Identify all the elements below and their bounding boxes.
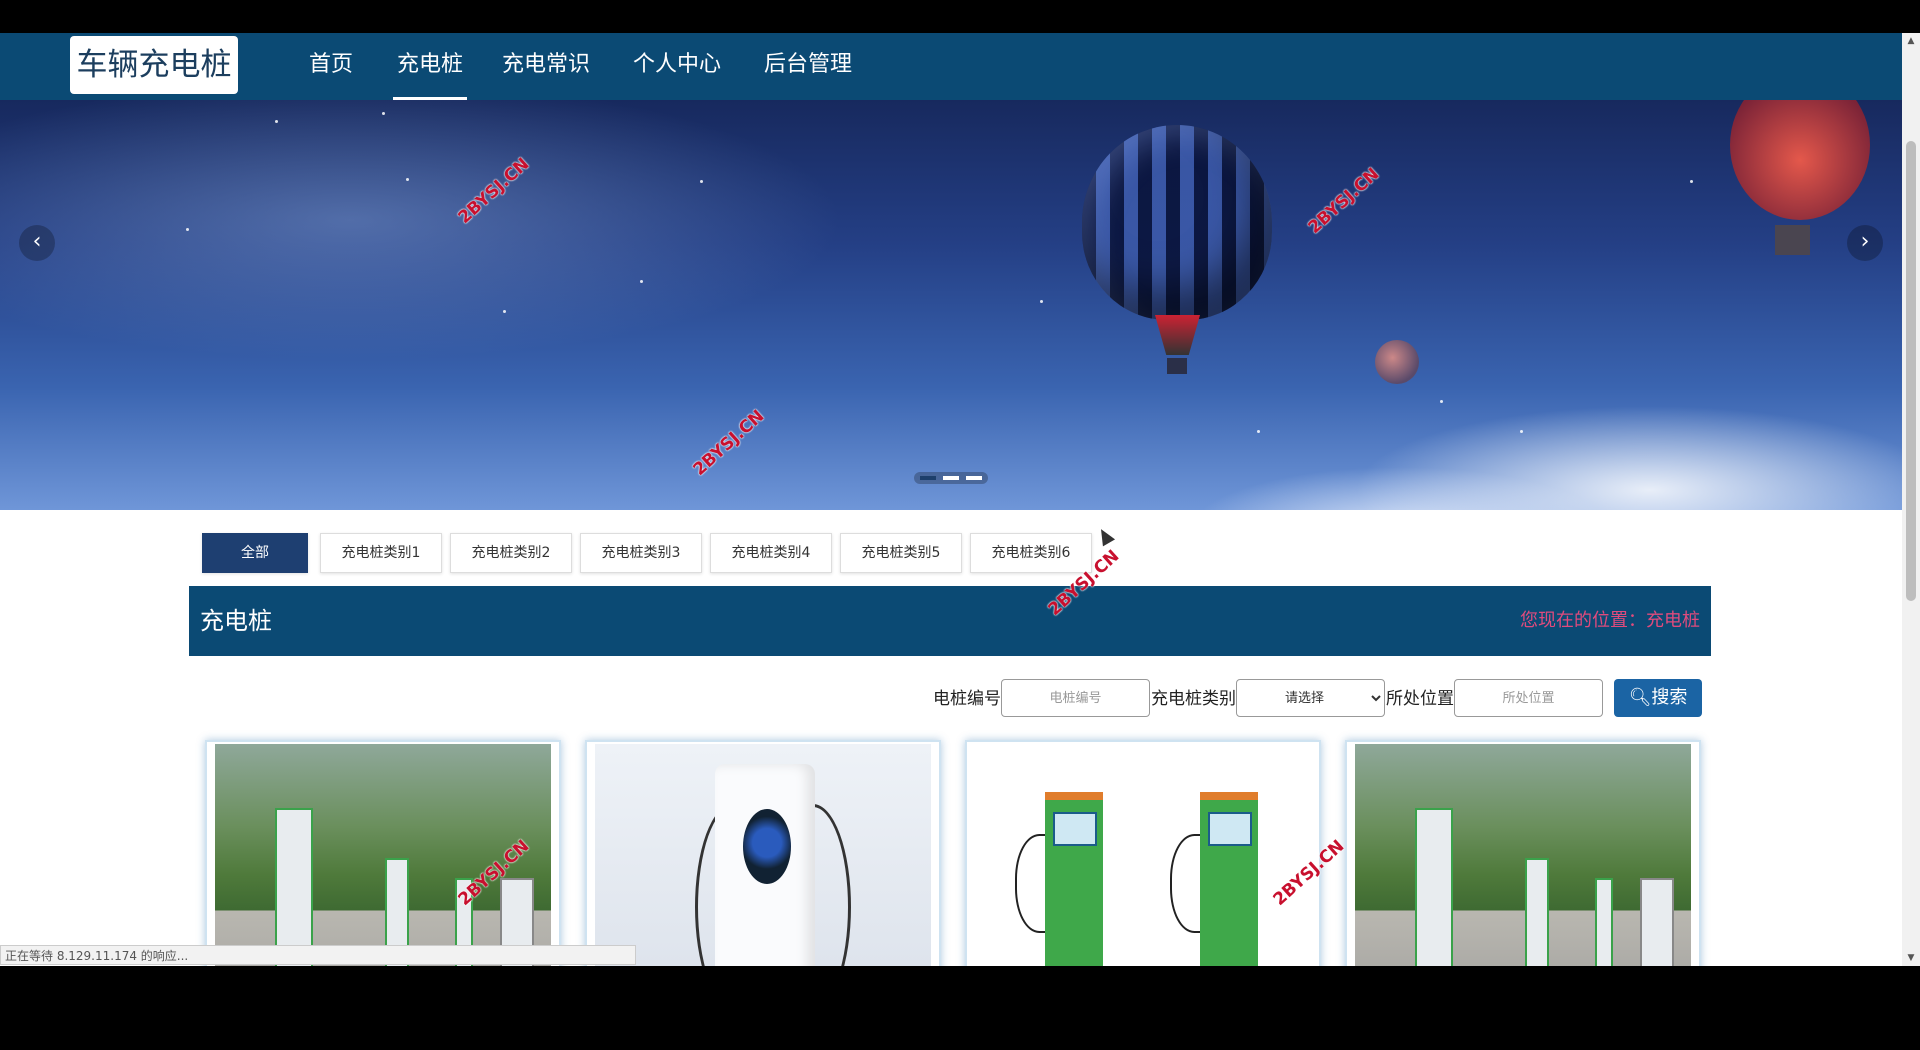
- page-scrollbar[interactable]: ▲ ▼: [1902, 33, 1920, 966]
- carousel-dot-1[interactable]: [920, 476, 936, 480]
- nav-item-home[interactable]: 首页: [309, 33, 353, 100]
- breadcrumb-current[interactable]: 充电桩: [1646, 610, 1700, 631]
- breadcrumb-prefix: 您现在的位置：: [1520, 610, 1646, 631]
- charging-pile-card[interactable]: [585, 740, 941, 966]
- search-button-label: 搜索: [1651, 687, 1688, 708]
- search-icon: 🔍︎: [1628, 687, 1652, 708]
- category-6[interactable]: 充电桩类别6: [970, 533, 1092, 573]
- carousel-prev-button[interactable]: ‹: [19, 225, 55, 261]
- nav-item-personal-center[interactable]: 个人中心: [633, 33, 721, 100]
- category-all[interactable]: 全部: [202, 533, 308, 573]
- section-title: 充电桩: [200, 607, 272, 635]
- scroll-down-arrow-icon[interactable]: ▼: [1902, 950, 1920, 966]
- section-header: 充电桩 您现在的位置：充电桩: [189, 586, 1711, 656]
- top-navbar: 车辆充电桩 首页 充电桩 充电常识 个人中心 后台管理: [0, 33, 1902, 100]
- scroll-up-arrow-icon[interactable]: ▲: [1902, 33, 1920, 49]
- location-input[interactable]: [1454, 679, 1603, 717]
- category-1[interactable]: 充电桩类别1: [320, 533, 442, 573]
- nav-item-admin[interactable]: 后台管理: [764, 33, 852, 100]
- pile-type-label: 充电桩类别: [1151, 689, 1236, 709]
- carousel-dot-3[interactable]: [966, 476, 982, 480]
- charging-pile-image: [975, 744, 1311, 966]
- carousel-dot-2[interactable]: [943, 476, 959, 480]
- carousel-indicators: [914, 472, 988, 484]
- site-logo[interactable]: 车辆充电桩: [70, 36, 238, 94]
- charging-pile-image: [595, 744, 931, 966]
- search-button[interactable]: 🔍︎搜索: [1614, 679, 1702, 717]
- mouse-cursor-icon: [1094, 525, 1116, 547]
- pile-type-select[interactable]: 请选择: [1236, 679, 1385, 717]
- browser-viewport: 车辆充电桩 首页 充电桩 充电常识 个人中心 后台管理 ‹ › 全部 充电桩类别…: [0, 33, 1920, 966]
- category-4[interactable]: 充电桩类别4: [710, 533, 832, 573]
- banner-carousel: ‹ ›: [0, 100, 1902, 510]
- charging-pile-image: [1355, 744, 1691, 966]
- category-5[interactable]: 充电桩类别5: [840, 533, 962, 573]
- charging-pile-card[interactable]: [965, 740, 1321, 966]
- carousel-next-button[interactable]: ›: [1847, 225, 1883, 261]
- nav-item-charging-knowledge[interactable]: 充电常识: [502, 33, 590, 100]
- pile-code-label: 电桩编号: [933, 689, 1001, 709]
- category-2[interactable]: 充电桩类别2: [450, 533, 572, 573]
- scrollbar-thumb[interactable]: [1906, 141, 1916, 601]
- pile-code-input[interactable]: [1001, 679, 1150, 717]
- charging-pile-card[interactable]: [1345, 740, 1701, 966]
- location-label: 所处位置: [1386, 689, 1454, 709]
- browser-status-bar: 正在等待 8.129.11.174 的响应...: [0, 945, 636, 965]
- category-3[interactable]: 充电桩类别3: [580, 533, 702, 573]
- nav-item-charging-piles[interactable]: 充电桩: [392, 33, 468, 100]
- breadcrumb: 您现在的位置：充电桩: [1520, 586, 1700, 656]
